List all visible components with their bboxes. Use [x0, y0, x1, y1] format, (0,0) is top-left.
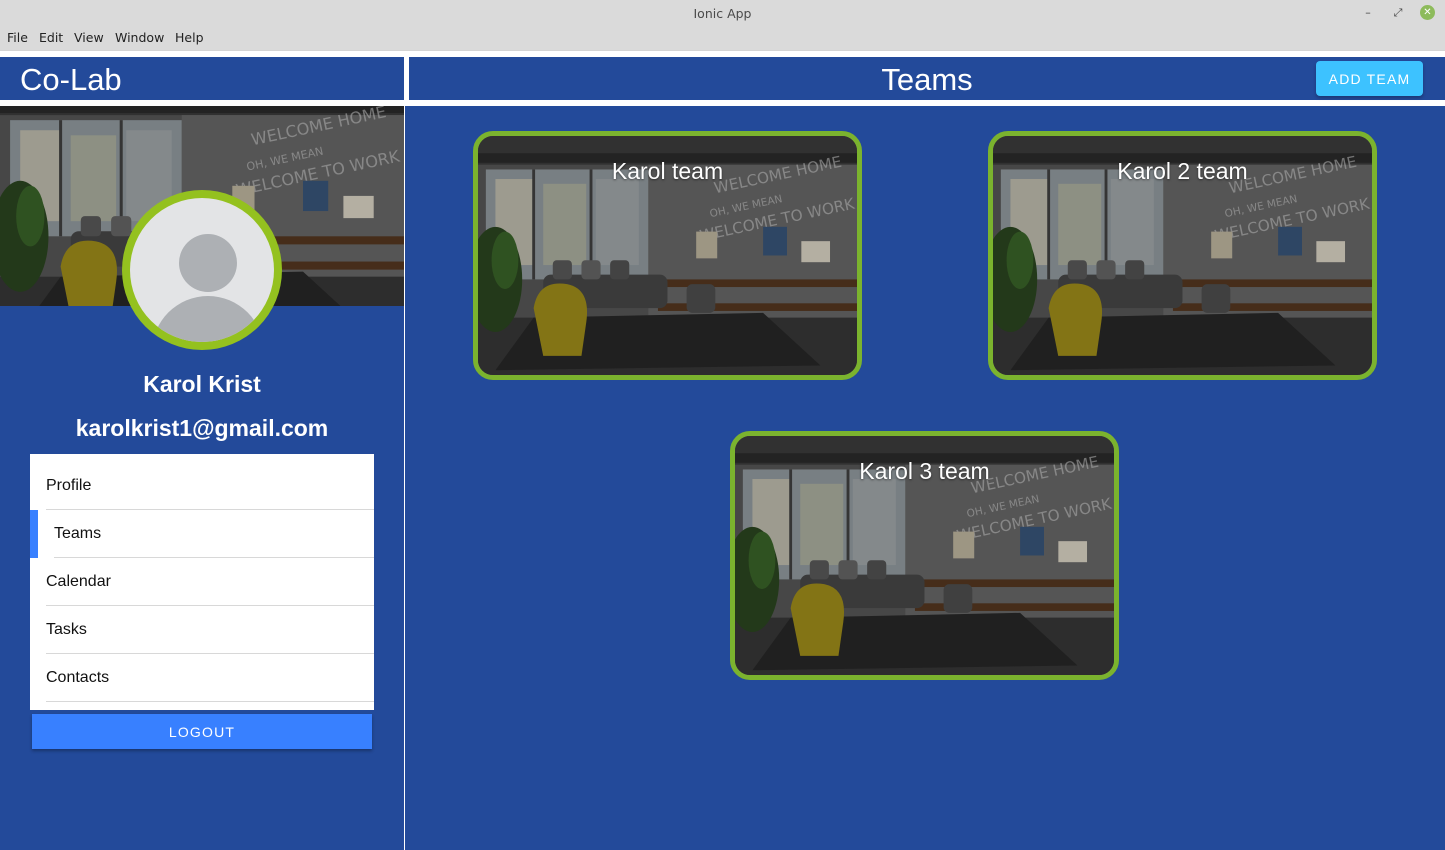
sidebar-item-teams[interactable]: Teams	[30, 510, 374, 558]
sidebar-item-calendar[interactable]: Calendar	[30, 558, 374, 606]
menu-edit[interactable]: Edit	[39, 30, 63, 45]
sidebar-item-tasks[interactable]: Tasks	[30, 606, 374, 654]
logout-button[interactable]: LOGOUT	[32, 714, 372, 749]
sidebar-item-label: Teams	[54, 525, 102, 542]
sidebar-item-contacts[interactable]: Contacts	[30, 654, 374, 702]
nav-menu: Profile Teams Calendar Tasks Contacts	[30, 454, 374, 710]
sidebar-header: Co-Lab	[0, 57, 404, 100]
avatar[interactable]	[122, 190, 282, 350]
close-icon[interactable]: ✕	[1420, 5, 1435, 20]
sidebar-item-label: Calendar	[46, 573, 111, 590]
sidebar: Karol Krist karolkrist1@gmail.com Profil…	[0, 106, 404, 850]
sidebar-item-profile[interactable]: Profile	[30, 462, 374, 510]
menu-help[interactable]: Help	[175, 30, 204, 45]
team-name: Karol team	[611, 158, 724, 184]
window-titlebar: Ionic App – ⤢ ✕	[0, 0, 1445, 26]
sidebar-item-label: Contacts	[46, 669, 110, 686]
team-name: Karol 3 team	[859, 458, 990, 484]
menu-bar: File Edit View Window Help	[0, 26, 1445, 50]
window-title: Ionic App	[693, 6, 752, 21]
user-email: karolkrist1@gmail.com	[75, 415, 329, 441]
menu-view[interactable]: View	[74, 30, 104, 45]
maximize-icon[interactable]: ⤢	[1390, 5, 1406, 21]
add-team-button[interactable]: ADD TEAM	[1316, 61, 1423, 96]
teams-content: Karol team Karol 2 team Karol 3 team	[405, 106, 1445, 850]
team-name: Karol 2 team	[1117, 158, 1248, 184]
team-card[interactable]: Karol team	[473, 131, 862, 380]
team-card[interactable]: Karol 3 team	[730, 431, 1119, 680]
menu-file[interactable]: File	[7, 30, 28, 45]
user-name: Karol Krist	[143, 371, 261, 397]
avatar-placeholder-icon	[130, 198, 274, 342]
sidebar-item-label: Profile	[46, 477, 92, 494]
page-title: Teams	[881, 62, 973, 97]
minimize-icon[interactable]: –	[1360, 5, 1376, 21]
app-root: Co-Lab Teams ADD TEAM Karol Krist karolk…	[0, 51, 1445, 850]
brand-title: Co-Lab	[20, 62, 122, 97]
sidebar-item-label: Tasks	[46, 621, 87, 638]
menu-window[interactable]: Window	[115, 30, 164, 45]
active-indicator	[30, 510, 38, 558]
main-header: Teams ADD TEAM	[409, 57, 1445, 100]
team-card[interactable]: Karol 2 team	[988, 131, 1377, 380]
